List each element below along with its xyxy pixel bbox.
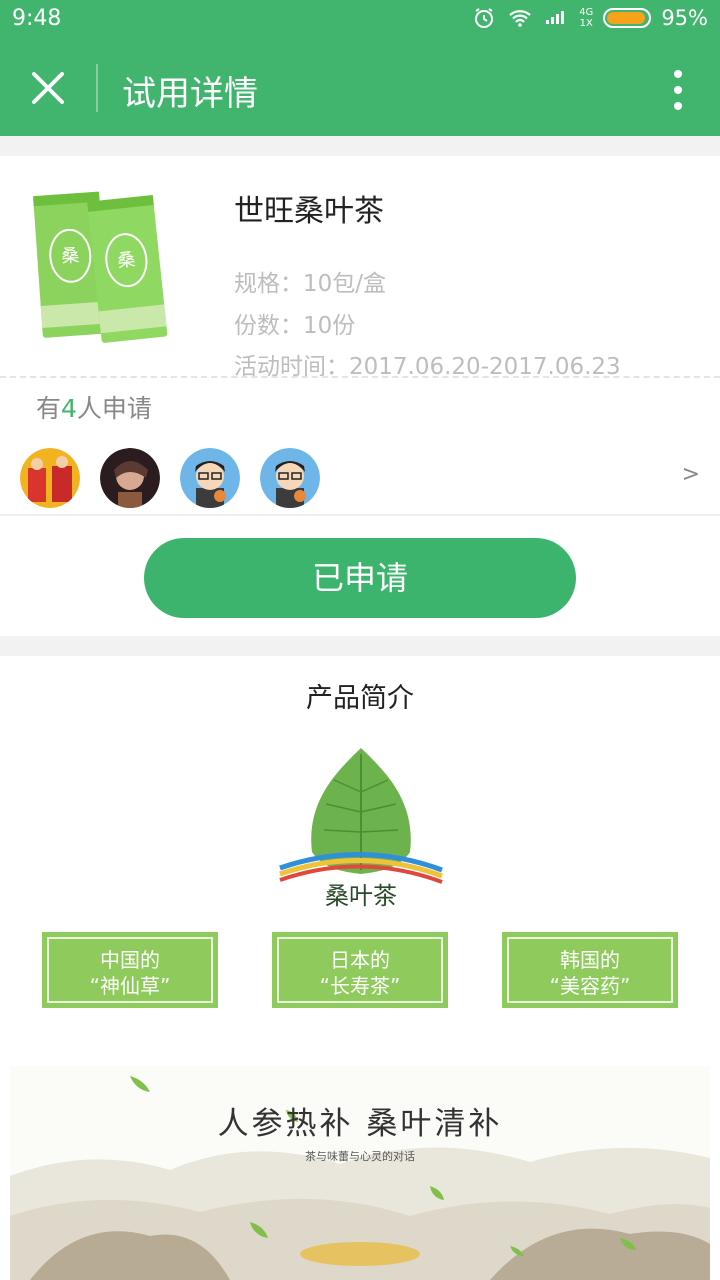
product-name: 世旺桑叶茶: [234, 194, 384, 229]
applicant-count: 有4人申请: [36, 394, 152, 423]
avatar[interactable]: [100, 448, 160, 508]
applicant-number: 4: [61, 394, 77, 423]
more-vertical-icon[interactable]: [672, 68, 684, 112]
battery-fill: [607, 12, 646, 24]
feature-box-china: 中国的 “神仙草”: [42, 932, 218, 1008]
status-icons: 4G 1X 95%: [471, 6, 708, 30]
intro-image: 桑叶茶 中国的 “神仙草” 日本的 “长寿茶” 韩国的 “美容药” 人参热补 桑叶清补…: [10, 736, 710, 1280]
app-bar: 试用详情: [0, 40, 720, 136]
svg-text:桑: 桑: [116, 249, 136, 272]
app-bar-divider: [96, 64, 98, 112]
status-bar: 9:48 4G 1X 95%: [0, 0, 720, 40]
applied-button[interactable]: 已申请: [144, 538, 576, 618]
dashed-divider: [0, 376, 720, 378]
alarm-icon: [475, 8, 494, 28]
feature-box-japan: 日本的 “长寿茶”: [272, 932, 448, 1008]
battery-icon: [603, 8, 652, 28]
section-divider: [0, 514, 720, 516]
signal-icon: [546, 11, 565, 24]
wifi-icon: [509, 10, 531, 27]
product-spec: 规格：10包/盒: [234, 271, 387, 297]
slogan: 人参热补 桑叶清补: [217, 1106, 503, 1142]
page-title: 试用详情: [122, 74, 258, 114]
product-image[interactable]: 桑 桑: [28, 186, 178, 346]
chevron-right-icon[interactable]: >: [682, 462, 700, 487]
logo-text: 桑叶茶: [325, 882, 397, 910]
avatar[interactable]: [260, 448, 320, 508]
close-icon[interactable]: [28, 68, 68, 108]
avatar[interactable]: [180, 448, 240, 508]
applicant-avatars[interactable]: [20, 448, 320, 508]
product-card: 桑 桑 世旺桑叶茶 规格：10包/盒 份数：10份 活动时间：2017.06.2…: [0, 156, 720, 636]
svg-text:桑: 桑: [61, 245, 80, 267]
product-intro: 产品简介 桑叶茶 中国的 “神仙草” 日本的 “长寿茶” 韩国的 “美容药” 人…: [0, 656, 720, 1280]
status-time: 9:48: [12, 6, 62, 31]
product-quantity: 份数：10份: [234, 313, 356, 339]
avatar[interactable]: [20, 448, 80, 508]
network-type: 4G 1X: [579, 7, 594, 29]
battery-percent: 95%: [661, 6, 708, 30]
intro-title: 产品简介: [306, 683, 414, 714]
slogan-subtitle: 茶与味蕾与心灵的对话: [305, 1150, 415, 1163]
feature-box-korea: 韩国的 “美容药”: [502, 932, 678, 1008]
